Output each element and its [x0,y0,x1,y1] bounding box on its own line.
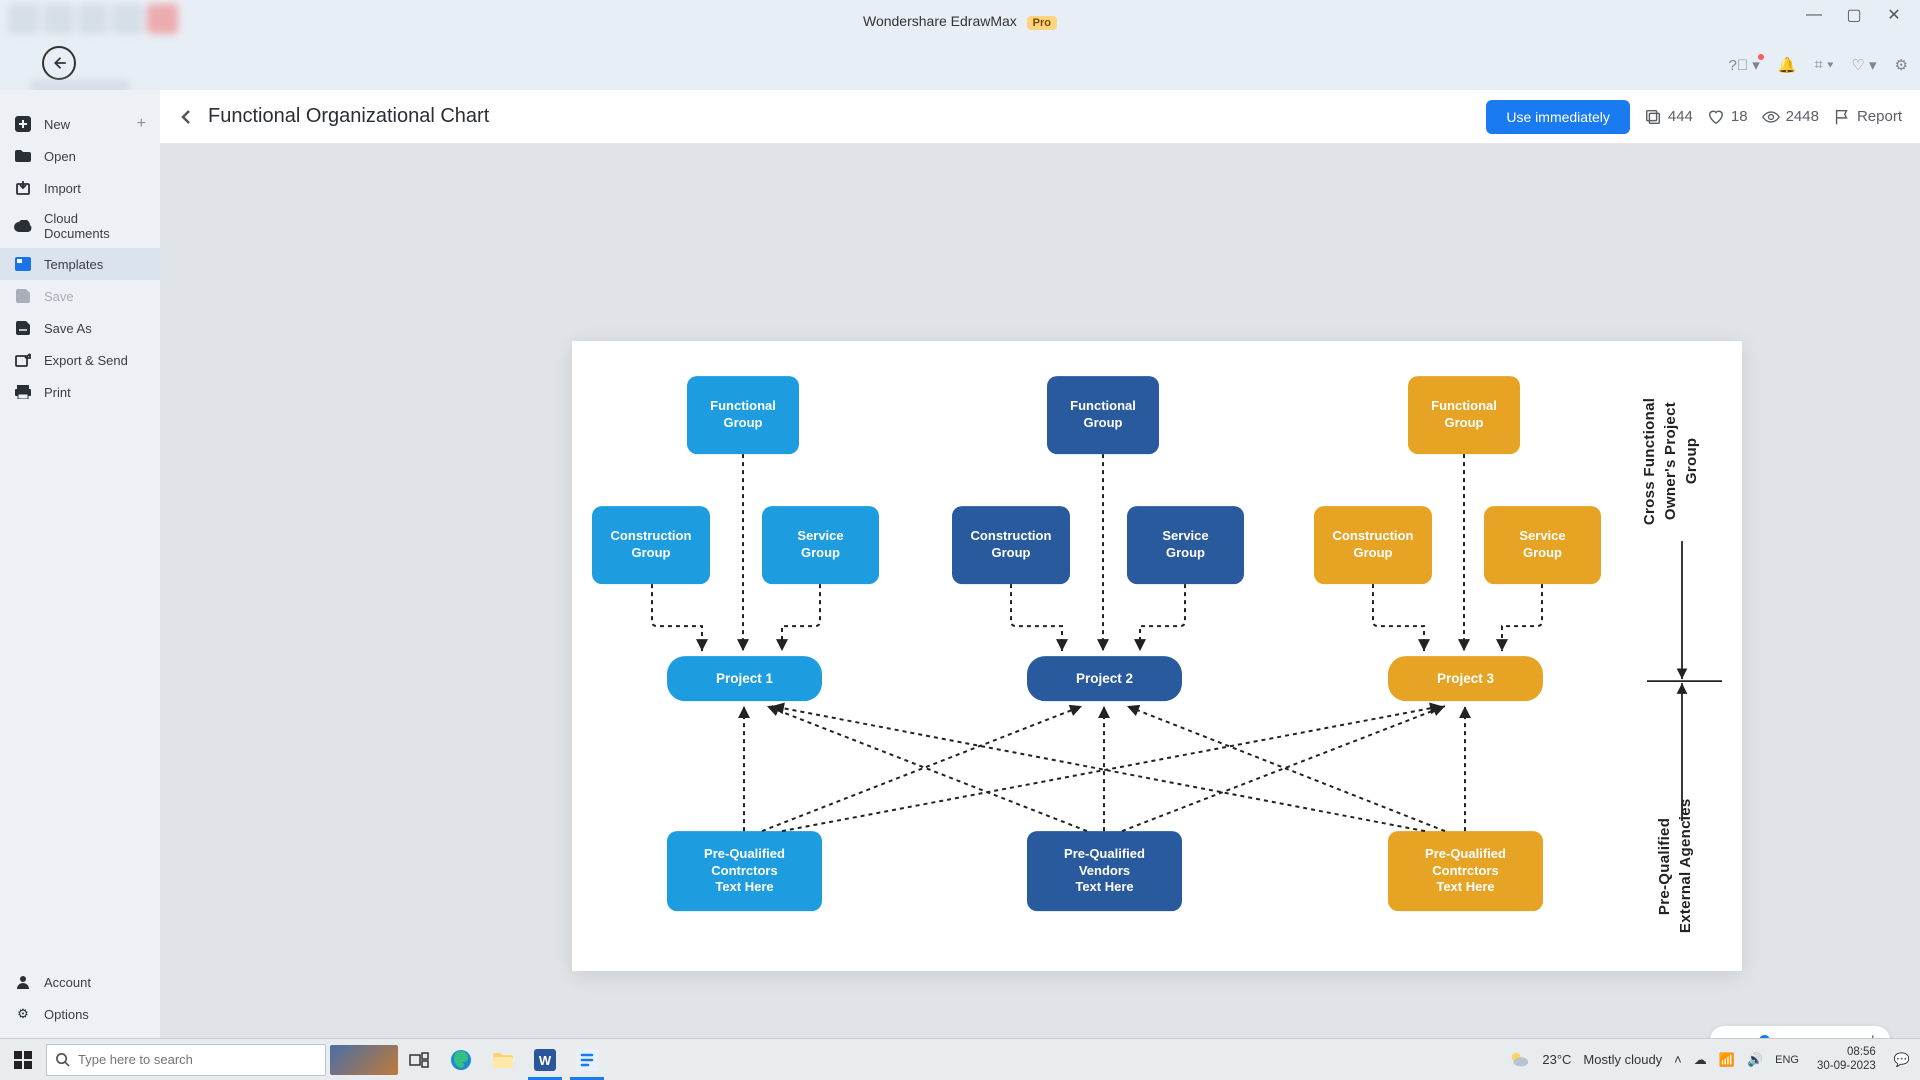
sidebar-label: Import [44,181,81,196]
search-highlight-image[interactable] [330,1045,398,1075]
tray-onedrive-icon[interactable]: ☁ [1694,1052,1707,1068]
sidebar-item-open[interactable]: Open [0,140,160,172]
blurred-qat-icons [8,4,178,34]
svg-text:W: W [539,1053,552,1068]
search-icon [55,1052,70,1067]
import-icon [14,179,32,197]
task-view-icon[interactable] [398,1039,440,1080]
use-immediately-button[interactable]: Use immediately [1486,100,1629,134]
sidebar-item-saveas[interactable]: Save As [0,312,160,344]
sidebar: New + Open Import Cloud Documents Templa… [0,90,160,1080]
weather-icon[interactable] [1508,1049,1530,1071]
sidebar-item-print[interactable]: Print [0,376,160,408]
help-icon[interactable]: ?⃝ ▾ [1728,56,1759,74]
sidebar-item-import[interactable]: Import [0,172,160,204]
app-title: Wondershare EdrawMax Pro [863,13,1057,29]
explorer-icon[interactable] [482,1039,524,1080]
plus-square-icon [14,115,32,133]
stat-views[interactable]: 2448 [1762,108,1819,126]
diagram-preview: FunctionalGroup ConstructionGroup Servic… [572,341,1742,971]
maximize-button[interactable]: ▢ [1834,0,1874,30]
sidebar-label: Save As [44,321,92,336]
sidebar-label: Save [44,289,74,304]
apps-icon[interactable]: ⌗ ▾ [1814,56,1833,74]
sidebar-label: Open [44,149,76,164]
saveas-icon [14,319,32,337]
weather-text[interactable]: Mostly cloudy [1583,1052,1662,1067]
report-button[interactable]: Report [1833,108,1902,126]
save-icon [14,287,32,305]
second-titlerow: ?⃝ ▾ 🔔 ⌗ ▾ ♡ ▾ ⚙ [0,42,1920,90]
export-icon [14,351,32,369]
back-button[interactable] [42,46,76,80]
canvas[interactable]: FunctionalGroup ConstructionGroup Servic… [160,144,1920,1080]
tray-notifications-icon[interactable]: 💬 [1894,1052,1910,1068]
sidebar-label: Export & Send [44,353,128,368]
content-area: Functional Organizational Chart Use imme… [160,90,1920,1080]
print-icon [14,383,32,401]
sidebar-item-export[interactable]: Export & Send [0,344,160,376]
sidebar-item-save: Save [0,280,160,312]
temperature[interactable]: 23°C [1542,1052,1571,1067]
taskbar-search[interactable] [46,1044,326,1076]
edrawmax-icon[interactable] [566,1039,608,1080]
account-icon [14,973,32,991]
minimize-button[interactable]: — [1794,0,1834,30]
gear-icon: ⚙ [14,1005,32,1023]
sidebar-label: Options [44,1007,89,1022]
tray-wifi-icon[interactable]: 📶 [1719,1052,1735,1068]
utility-icons: ?⃝ ▾ 🔔 ⌗ ▾ ♡ ▾ ⚙ [1728,56,1908,74]
sidebar-label: Templates [44,257,103,272]
start-button[interactable] [0,1039,46,1080]
sidebar-label: Print [44,385,71,400]
tray-chevron-icon[interactable]: ˄ [1674,1052,1682,1067]
content-header: Functional Organizational Chart Use imme… [160,90,1920,144]
templates-icon [14,255,32,273]
sidebar-label: Account [44,975,91,990]
windows-taskbar[interactable]: W 23°C Mostly cloudy ˄ ☁ 📶 🔊 ENG 08:56 3… [0,1038,1920,1080]
diagram-connectors [572,341,1742,971]
plus-icon: + [137,115,146,133]
word-icon[interactable]: W [524,1039,566,1080]
pro-badge: Pro [1027,16,1057,30]
stat-likes[interactable]: 18 [1707,108,1748,126]
sidebar-label: Cloud Documents [44,211,146,241]
header-back-button[interactable] [178,109,194,125]
close-button[interactable]: ✕ [1874,0,1914,30]
sidebar-item-new[interactable]: New + [0,108,160,140]
sidebar-item-options[interactable]: ⚙ Options [0,998,160,1030]
sidebar-item-account[interactable]: Account [0,966,160,998]
sidebar-label: New [44,117,70,132]
tray-language-icon[interactable]: ENG [1775,1054,1799,1066]
folder-icon [14,147,32,165]
tray-volume-icon[interactable]: 🔊 [1747,1052,1763,1068]
page-title: Functional Organizational Chart [208,105,489,128]
bell-icon[interactable]: 🔔 [1778,56,1797,74]
main-area: New + Open Import Cloud Documents Templa… [0,90,1920,1080]
taskbar-search-input[interactable] [78,1052,317,1067]
sidebar-item-templates[interactable]: Templates [0,248,160,280]
stat-copies[interactable]: 444 [1644,108,1693,126]
sidebar-item-cloud[interactable]: Cloud Documents [0,204,160,248]
titlebar: Wondershare EdrawMax Pro — ▢ ✕ [0,0,1920,42]
edge-icon[interactable] [440,1039,482,1080]
tray-clock[interactable]: 08:56 30-09-2023 [1811,1046,1882,1074]
cloud-icon [14,217,32,235]
settings-icon[interactable]: ⚙ [1895,56,1908,74]
app-name: Wondershare EdrawMax [863,13,1017,29]
filter-icon[interactable]: ♡ ▾ [1851,56,1876,74]
